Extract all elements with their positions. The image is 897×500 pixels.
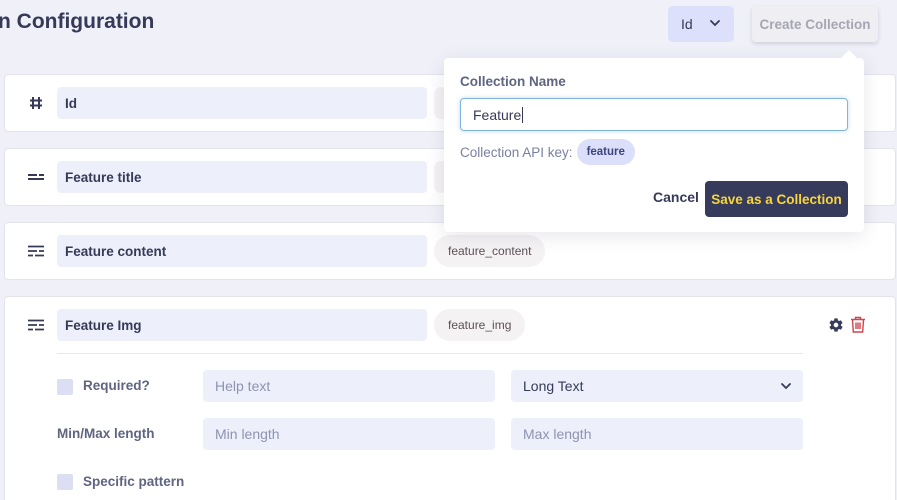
short-text-icon [25, 166, 47, 188]
field-name-input[interactable]: Feature Img [57, 309, 427, 341]
hash-icon [25, 92, 47, 114]
save-as-collection-button[interactable]: Save as a Collection [705, 181, 848, 217]
id-select-value: Id [681, 16, 693, 32]
collection-api-key-row: Collection API key: feature [460, 139, 635, 165]
specific-pattern-checkbox[interactable] [57, 474, 73, 490]
field-api-key: feature_img [434, 309, 526, 341]
required-checkbox[interactable] [57, 379, 73, 395]
min-length-input[interactable]: Min length [203, 418, 495, 450]
field-type-select[interactable]: Long Text [511, 370, 803, 402]
field-name-input[interactable]: Feature title [57, 161, 427, 193]
create-collection-popover: Collection Name Feature Collection API k… [444, 50, 864, 232]
cancel-button[interactable]: Cancel [653, 189, 699, 205]
field-type-value: Long Text [523, 378, 584, 394]
field-api-key: feature_content [434, 235, 546, 267]
id-field-select[interactable]: Id [668, 6, 734, 42]
field-name-input[interactable]: Id [57, 87, 427, 119]
create-collection-button[interactable]: Create Collection [752, 6, 878, 42]
api-key-badge: feature [576, 139, 635, 165]
long-text-icon [25, 314, 47, 336]
chevron-down-icon [710, 20, 720, 27]
field-name-input[interactable]: Feature content [57, 235, 427, 267]
text-caret [522, 106, 524, 123]
field-card-feature-img: Feature Img feature_img Required? Help t… [4, 296, 896, 500]
page-title: n Configuration [0, 10, 155, 33]
specific-pattern-label: Specific pattern [83, 474, 185, 489]
gear-icon[interactable] [828, 317, 844, 338]
collection-name-label: Collection Name [460, 74, 566, 89]
trash-icon[interactable] [850, 316, 866, 338]
long-text-icon [25, 240, 47, 262]
required-label: Required? [83, 378, 150, 393]
chevron-down-icon [781, 383, 791, 390]
popover-arrow [840, 50, 858, 59]
help-text-input[interactable]: Help text [203, 370, 495, 402]
collection-name-value: Feature [473, 106, 522, 123]
field-divider [57, 353, 803, 354]
api-key-label: Collection API key: [460, 144, 573, 160]
collection-name-input[interactable]: Feature [460, 98, 848, 131]
min-max-length-label: Min/Max length [57, 426, 155, 441]
field-actions [828, 316, 866, 338]
max-length-input[interactable]: Max length [511, 418, 803, 450]
